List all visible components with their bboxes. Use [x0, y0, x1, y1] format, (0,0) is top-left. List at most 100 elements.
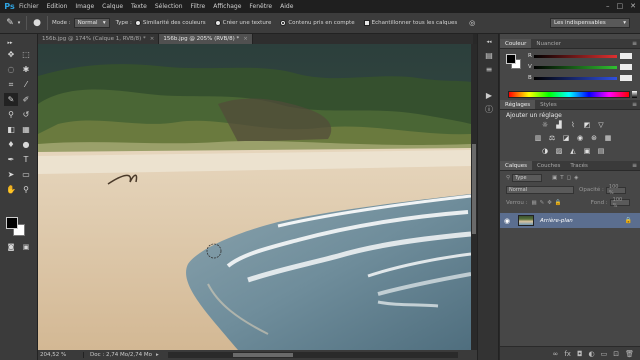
brush-tool-icon[interactable]: ✐: [19, 93, 33, 106]
zoom-level[interactable]: 204,52 %: [38, 352, 84, 358]
panel-menu-icon[interactable]: ≡: [632, 40, 637, 47]
menu-aide[interactable]: Aide: [280, 3, 293, 10]
blue-slider-track[interactable]: [534, 76, 617, 80]
eraser-tool-icon[interactable]: ◧: [4, 123, 18, 136]
type-content-aware-option[interactable]: Contenu pris en compte: [280, 20, 357, 26]
menu-calque[interactable]: Calque: [102, 3, 123, 10]
scrollbar-thumb[interactable]: [233, 353, 293, 357]
close-tab-icon[interactable]: ×: [150, 36, 155, 42]
screen-mode-icon[interactable]: ▣: [19, 240, 33, 253]
gradient-map-icon[interactable]: ▤: [596, 146, 606, 155]
shape-tool-icon[interactable]: ▭: [19, 168, 33, 181]
close-tab-icon[interactable]: ×: [243, 36, 248, 42]
tab-nuancier[interactable]: Nuancier: [531, 39, 566, 48]
layer-name[interactable]: Arrière-plan: [540, 218, 573, 224]
status-menu-icon[interactable]: ▸: [156, 352, 159, 358]
workspace-select[interactable]: Les indispensables ▾: [550, 18, 630, 28]
menu-filtre[interactable]: Filtre: [191, 3, 206, 10]
marquee-tool-icon[interactable]: ⬚: [19, 48, 33, 61]
brightness-icon[interactable]: ☼: [540, 120, 550, 129]
red-value-field[interactable]: [620, 53, 632, 59]
folder-icon[interactable]: ▭: [601, 350, 608, 358]
pressure-size-icon[interactable]: ◎: [466, 17, 478, 29]
gradient-tool-icon[interactable]: ▦: [19, 123, 33, 136]
exposure-icon[interactable]: ◩: [582, 120, 592, 129]
menu-edition[interactable]: Edition: [47, 3, 68, 10]
tab-reglages[interactable]: Réglages: [500, 100, 536, 109]
history-panel-icon[interactable]: ▤: [483, 50, 495, 61]
color-spectrum[interactable]: [508, 91, 630, 98]
type-similarity-option[interactable]: Similarité des couleurs: [134, 20, 209, 26]
trash-icon[interactable]: 🗑: [625, 350, 634, 358]
blend-mode-select[interactable]: Normal: [506, 186, 574, 194]
type-tool-icon[interactable]: T: [19, 153, 33, 166]
selective-color-icon[interactable]: ▣: [582, 146, 592, 155]
color-fg-swatch[interactable]: [506, 54, 516, 64]
fill-field[interactable]: 100 %: [609, 197, 630, 209]
path-selection-tool-icon[interactable]: ➤: [4, 168, 18, 181]
properties-panel-icon[interactable]: ≡: [483, 64, 495, 75]
new-layer-icon[interactable]: ⊡: [613, 350, 619, 358]
filter-icons[interactable]: ▣T◻◈: [552, 175, 581, 181]
actions-panel-icon[interactable]: ▶: [483, 90, 495, 101]
minimize-button[interactable]: –: [606, 2, 610, 10]
hand-tool-icon[interactable]: ✋: [4, 183, 18, 196]
vibrance-icon[interactable]: ▽: [596, 120, 606, 129]
threshold-icon[interactable]: ◭: [568, 146, 578, 155]
layer-row[interactable]: ◉ Arrière-plan 🔒: [500, 213, 640, 228]
document-tab[interactable]: 156b.jpg @ 174% (Calque 1, RVB/8) * ×: [38, 34, 160, 44]
menu-image[interactable]: Image: [75, 3, 94, 10]
scrollbar-thumb[interactable]: [472, 144, 476, 234]
levels-icon[interactable]: ▟: [554, 120, 564, 129]
grayscale-ramp[interactable]: [632, 91, 637, 98]
tab-couches[interactable]: Couches: [532, 161, 565, 170]
tab-styles[interactable]: Styles: [535, 100, 562, 109]
green-value-field[interactable]: [620, 64, 632, 70]
sample-all-layers-checkbox[interactable]: [363, 20, 370, 26]
menu-fichier[interactable]: Fichier: [19, 3, 39, 10]
adjustment-layer-icon[interactable]: ◐: [589, 350, 595, 358]
horizontal-scrollbar[interactable]: [168, 352, 458, 358]
color-balance-icon[interactable]: ⚖: [547, 133, 557, 142]
foreground-color-swatch[interactable]: [6, 217, 18, 229]
tab-calques[interactable]: Calques: [500, 161, 532, 170]
photo-filter-icon[interactable]: ◉: [575, 133, 585, 142]
lasso-tool-icon[interactable]: ◌: [4, 63, 18, 76]
menu-texte[interactable]: Texte: [131, 3, 147, 10]
panel-menu-icon[interactable]: ≡: [632, 101, 637, 108]
tab-traces[interactable]: Tracés: [565, 161, 592, 170]
link-icon[interactable]: ∞: [553, 350, 559, 358]
layer-filter-select[interactable]: Type: [512, 174, 543, 182]
eye-icon[interactable]: ◉: [500, 217, 514, 225]
color-lookup-icon[interactable]: ▦: [603, 133, 613, 142]
blur-tool-icon[interactable]: ♦: [4, 138, 18, 151]
blue-slider[interactable]: B: [528, 75, 632, 81]
hue-saturation-icon[interactable]: ▥: [533, 133, 543, 142]
invert-icon[interactable]: ◑: [540, 146, 550, 155]
menu-selection[interactable]: Sélection: [155, 3, 183, 10]
brush-size-icon[interactable]: ●: [31, 17, 43, 29]
type-texture-option[interactable]: Créer une texture: [214, 20, 275, 26]
blue-value-field[interactable]: [620, 75, 632, 81]
collapse-icon[interactable]: ◂◂: [483, 36, 495, 47]
zoom-tool-icon[interactable]: ⚲: [19, 183, 33, 196]
eyedropper-tool-icon[interactable]: ⁄: [19, 78, 33, 91]
clone-stamp-tool-icon[interactable]: ⚲: [4, 108, 18, 121]
type-content-aware-radio[interactable]: [280, 20, 287, 26]
spot-healing-brush-tool-icon[interactable]: ✎: [4, 93, 18, 106]
menu-affichage[interactable]: Affichage: [213, 3, 241, 10]
fx-icon[interactable]: fx: [564, 350, 571, 358]
chevron-down-icon[interactable]: ▾: [16, 17, 22, 29]
quick-selection-tool-icon[interactable]: ✱: [19, 63, 33, 76]
mode-select[interactable]: Normal ▾: [73, 18, 110, 28]
info-panel-icon[interactable]: ⓘ: [483, 104, 495, 115]
opacity-field[interactable]: 100 %: [605, 184, 626, 196]
history-brush-tool-icon[interactable]: ↺: [19, 108, 33, 121]
posterize-icon[interactable]: ▨: [554, 146, 564, 155]
menu-fenetre[interactable]: Fenêtre: [249, 3, 272, 10]
maximize-button[interactable]: □: [617, 2, 624, 10]
channel-mixer-icon[interactable]: ⊛: [589, 133, 599, 142]
green-slider[interactable]: V: [528, 64, 632, 70]
red-slider[interactable]: R: [528, 53, 632, 59]
document-canvas[interactable]: [38, 44, 471, 350]
